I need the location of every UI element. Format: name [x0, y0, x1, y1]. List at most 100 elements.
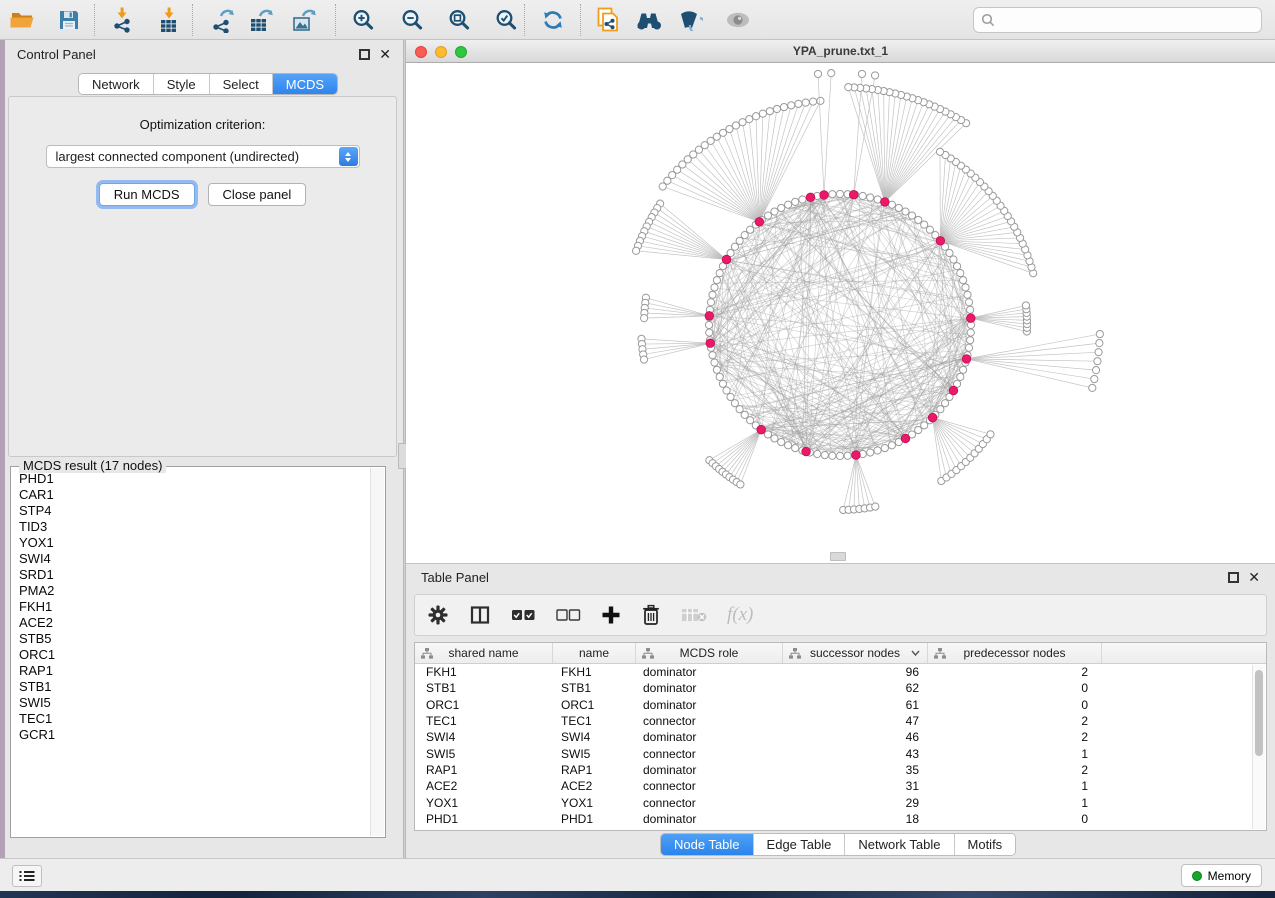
- mcds-list-scrollbar[interactable]: [370, 468, 384, 836]
- horizontal-splitter-handle[interactable]: [830, 552, 846, 561]
- table-cell: 61: [783, 698, 928, 712]
- table-scrollbar-thumb[interactable]: [1255, 670, 1263, 756]
- tab-select[interactable]: Select: [210, 74, 273, 94]
- show-columns-button[interactable]: [469, 604, 491, 626]
- tab-motifs[interactable]: Motifs: [955, 834, 1016, 855]
- fit-selected-button[interactable]: [489, 3, 523, 37]
- export-network-button[interactable]: [205, 3, 239, 37]
- import-table-button[interactable]: [152, 3, 186, 37]
- search-field[interactable]: [973, 7, 1262, 33]
- column-header-name[interactable]: name: [553, 643, 636, 663]
- table-row[interactable]: FKH1FKH1dominator962: [415, 664, 1266, 680]
- status-bar: Memory: [0, 858, 1275, 891]
- mcds-result-item[interactable]: TEC1: [12, 711, 370, 727]
- mcds-result-item[interactable]: PMA2: [12, 583, 370, 599]
- optimization-criterion-select[interactable]: largest connected component (undirected): [46, 145, 360, 168]
- close-panel-icon[interactable]: ✕: [1248, 572, 1260, 583]
- delete-table-icon: [681, 607, 707, 623]
- fit-content-icon: [447, 8, 471, 32]
- search-binoculars-button[interactable]: [632, 3, 666, 37]
- show-hidden-button[interactable]: [721, 3, 755, 37]
- task-history-button[interactable]: [12, 865, 42, 887]
- table-row[interactable]: ORC1ORC1dominator610: [415, 697, 1266, 713]
- mcds-result-item[interactable]: PHD1: [12, 471, 370, 487]
- mcds-result-item[interactable]: YOX1: [12, 535, 370, 551]
- table-row[interactable]: YOX1YOX1connector291: [415, 794, 1266, 810]
- table-cell: dominator: [636, 812, 783, 826]
- minimize-window-icon[interactable]: [435, 46, 447, 58]
- mcds-result-item[interactable]: SWI4: [12, 551, 370, 567]
- memory-label: Memory: [1208, 869, 1251, 883]
- table-row[interactable]: RAP1RAP1dominator352: [415, 762, 1266, 778]
- mcds-result-item[interactable]: TID3: [12, 519, 370, 535]
- mcds-result-item[interactable]: ORC1: [12, 647, 370, 663]
- open-file-button[interactable]: [5, 3, 39, 37]
- selected-option-label: largest connected component (undirected): [56, 149, 300, 164]
- close-window-icon[interactable]: [415, 46, 427, 58]
- select-all-rows-button[interactable]: [511, 609, 536, 621]
- mcds-result-item[interactable]: FKH1: [12, 599, 370, 615]
- fit-content-button[interactable]: [442, 3, 476, 37]
- mcds-result-item[interactable]: ACE2: [12, 615, 370, 631]
- table-settings-button[interactable]: [427, 604, 449, 626]
- optimization-criterion-label: Optimization criterion:: [9, 117, 396, 132]
- hide-selected-button[interactable]: [673, 3, 707, 37]
- open-folder-icon: [9, 8, 35, 32]
- zoom-out-icon: [400, 8, 424, 32]
- close-panel-button[interactable]: Close panel: [208, 183, 307, 206]
- mcds-result-item[interactable]: STB1: [12, 679, 370, 695]
- import-network-button[interactable]: [105, 3, 139, 37]
- memory-button[interactable]: Memory: [1181, 864, 1262, 887]
- add-column-button[interactable]: [601, 605, 621, 625]
- tab-network-table[interactable]: Network Table: [845, 834, 954, 855]
- float-panel-icon[interactable]: [1228, 572, 1239, 583]
- tab-network[interactable]: Network: [79, 74, 154, 94]
- table-row[interactable]: TEC1TEC1connector472: [415, 713, 1266, 729]
- table-cell: 0: [928, 698, 1102, 712]
- tab-edge-table[interactable]: Edge Table: [754, 834, 846, 855]
- column-header-shared-name[interactable]: shared name: [415, 643, 553, 663]
- delete-column-button[interactable]: [641, 604, 661, 626]
- mcds-result-item[interactable]: SRD1: [12, 567, 370, 583]
- table-cell: 43: [783, 747, 928, 761]
- network-canvas[interactable]: [406, 63, 1275, 563]
- clone-network-button[interactable]: [591, 3, 625, 37]
- deselect-all-rows-button[interactable]: [556, 609, 581, 621]
- table-row[interactable]: SWI4SWI4dominator462: [415, 729, 1266, 745]
- float-panel-icon[interactable]: [359, 49, 370, 60]
- maximize-window-icon[interactable]: [455, 46, 467, 58]
- table-row[interactable]: STB1STB1dominator620: [415, 680, 1266, 696]
- table-row[interactable]: ACE2ACE2connector311: [415, 778, 1266, 794]
- refresh-view-button[interactable]: [536, 3, 570, 37]
- column-header-successor-nodes[interactable]: successor nodes: [783, 643, 928, 663]
- table-cell: 18: [783, 812, 928, 826]
- mcds-result-item[interactable]: RAP1: [12, 663, 370, 679]
- tab-node-table[interactable]: Node Table: [661, 834, 754, 855]
- tab-style[interactable]: Style: [154, 74, 210, 94]
- mcds-result-item[interactable]: STP4: [12, 503, 370, 519]
- tab-mcds[interactable]: MCDS: [273, 74, 337, 94]
- table-cell: dominator: [636, 763, 783, 777]
- mcds-result-item[interactable]: SWI5: [12, 695, 370, 711]
- table-scrollbar[interactable]: [1252, 665, 1265, 829]
- column-header-predecessor-nodes[interactable]: predecessor nodes: [928, 643, 1102, 663]
- table-row[interactable]: SWI5SWI5connector431: [415, 745, 1266, 761]
- search-input[interactable]: [1000, 12, 1261, 28]
- close-panel-icon[interactable]: ✕: [379, 49, 391, 60]
- table-cell: STB1: [553, 681, 636, 695]
- split-columns-icon: [469, 604, 491, 626]
- zoom-out-button[interactable]: [395, 3, 429, 37]
- mcds-result-item[interactable]: GCR1: [12, 727, 370, 743]
- column-header-mcds-role[interactable]: MCDS role: [636, 643, 783, 663]
- select-stepper-icon: [339, 147, 358, 166]
- run-mcds-button[interactable]: Run MCDS: [99, 183, 195, 206]
- save-session-button[interactable]: [52, 3, 86, 37]
- mcds-result-item[interactable]: STB5: [12, 631, 370, 647]
- table-row[interactable]: PHD1PHD1dominator180: [415, 811, 1266, 827]
- zoom-in-button[interactable]: [346, 3, 380, 37]
- fx-icon: f(x): [727, 604, 753, 626]
- export-table-button[interactable]: [244, 3, 278, 37]
- table-panel: Table Panel ✕: [406, 563, 1275, 858]
- mcds-result-item[interactable]: CAR1: [12, 487, 370, 503]
- export-image-button[interactable]: [287, 3, 321, 37]
